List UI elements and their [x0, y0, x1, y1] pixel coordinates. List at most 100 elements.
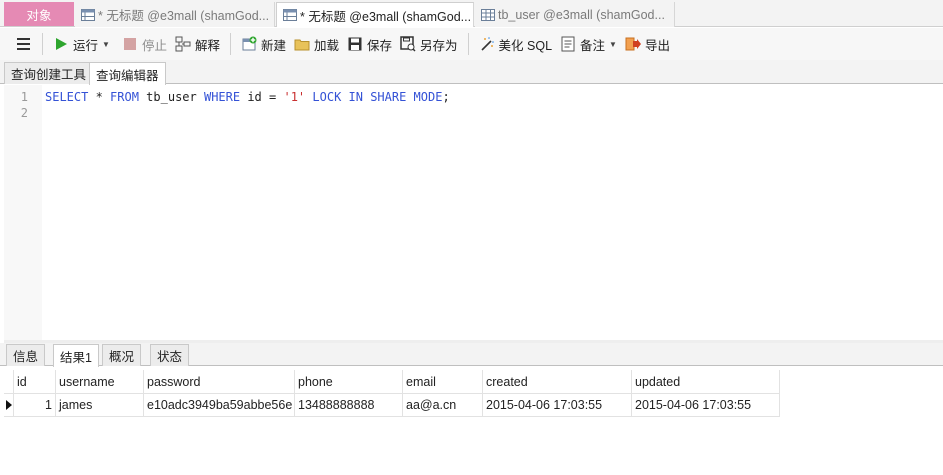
query-icon: [81, 8, 95, 21]
document-tab-strip: 对象 * 无标题 @e3mall (shamGod... * 无标题 @e3ma…: [0, 0, 943, 27]
sql-text: tb_user: [138, 90, 204, 104]
column-header-id[interactable]: id: [14, 370, 56, 394]
tab-info[interactable]: 信息: [6, 344, 46, 366]
sql-text: ;: [442, 90, 450, 104]
sql-code[interactable]: SELECT * FROM tb_user WHERE id = '1' LOC…: [45, 89, 450, 105]
table-row[interactable]: 1 james e10adc3949ba59abbe56e 1348888888…: [4, 393, 780, 417]
toolbar-separator: [229, 33, 231, 55]
cell-email[interactable]: aa@a.cn: [403, 393, 483, 417]
table-icon: [481, 8, 495, 21]
note-icon: [560, 36, 576, 52]
tab-objects[interactable]: 对象: [4, 2, 74, 26]
tab-query-builder-label: 查询创建工具: [11, 68, 87, 82]
tab-query-editor-label: 查询编辑器: [96, 68, 159, 83]
cell-username[interactable]: james: [56, 393, 144, 417]
cell-phone[interactable]: 13488888888: [295, 393, 403, 417]
cell-created[interactable]: 2015-04-06 17:03:55: [483, 393, 632, 417]
sql-text: *: [88, 90, 111, 104]
current-row-indicator: [4, 393, 14, 417]
query-icon: [283, 9, 297, 21]
tab-untitled-query-2[interactable]: * 无标题 @e3mall (shamGod...: [276, 2, 474, 27]
editor-line[interactable]: 2: [4, 105, 939, 121]
tab-query-builder[interactable]: 查询创建工具: [4, 62, 94, 84]
tab-label: * 无标题 @e3mall (shamGod...: [98, 9, 270, 23]
tab-untitled-query-1[interactable]: * 无标题 @e3mall (shamGod...: [75, 2, 275, 27]
column-header-created[interactable]: created: [483, 370, 632, 394]
save-label: 保存: [367, 38, 393, 53]
row-pointer-icon: [5, 399, 12, 410]
new-button[interactable]: 新建: [237, 31, 290, 57]
load-button[interactable]: 加载: [290, 31, 343, 57]
tab-result-1-label: 结果1: [60, 350, 92, 365]
stop-label: 停止: [141, 38, 167, 53]
folder-icon: [294, 36, 310, 52]
sql-string: '1': [283, 90, 306, 104]
sql-editor[interactable]: 1 SELECT * FROM tb_user WHERE id = '1' L…: [4, 85, 943, 340]
tab-profile[interactable]: 概况: [102, 344, 142, 366]
row-marker-header: [4, 370, 14, 394]
tab-profile-label: 概况: [109, 350, 135, 364]
magic-wand-icon: [479, 36, 495, 52]
beautify-sql-button[interactable]: 美化 SQL: [475, 31, 557, 57]
line-number: 1: [20, 90, 28, 104]
run-dropdown-icon[interactable]: ▼: [102, 40, 110, 49]
load-label: 加载: [313, 38, 339, 53]
tab-result-1[interactable]: 结果1: [53, 344, 99, 367]
tab-tb-user[interactable]: tb_user @e3mall (shamGod...: [475, 2, 675, 27]
new-label: 新建: [260, 38, 286, 53]
run-label: 运行: [73, 38, 99, 53]
sql-text: id =: [240, 90, 284, 104]
note-button[interactable]: 备注 ▼: [556, 31, 621, 57]
line-number-gutter: [4, 85, 42, 340]
stop-button[interactable]: 停止: [118, 31, 171, 57]
column-header-password[interactable]: password: [144, 370, 295, 394]
run-button[interactable]: 运行 ▼: [49, 31, 114, 57]
tab-info-label: 信息: [13, 350, 39, 364]
explain-icon: [175, 36, 191, 52]
sql-keyword: SELECT: [45, 90, 89, 104]
note-dropdown-icon[interactable]: ▼: [609, 40, 617, 49]
result-grid[interactable]: id username password phone email created…: [4, 368, 943, 475]
column-header-username[interactable]: username: [56, 370, 144, 394]
sql-keyword: LOCK IN SHARE MODE: [312, 90, 443, 104]
toolbar-separator: [467, 33, 469, 55]
grid-header-row: id username password phone email created…: [4, 370, 780, 394]
line-number: 2: [20, 106, 28, 120]
save-icon: [347, 36, 363, 52]
sql-keyword: WHERE: [203, 90, 241, 104]
save-button[interactable]: 保存: [343, 31, 396, 57]
explain-button[interactable]: 解释: [171, 31, 224, 57]
sql-keyword: FROM: [110, 90, 139, 104]
cell-id[interactable]: 1: [14, 393, 56, 417]
stop-icon: [122, 36, 138, 52]
save-as-button[interactable]: 另存为: [396, 31, 462, 57]
hamburger-icon: [17, 38, 30, 50]
note-label: 备注: [580, 38, 606, 53]
export-icon: [625, 36, 641, 52]
column-header-updated[interactable]: updated: [632, 370, 780, 394]
tab-status-label: 状态: [157, 350, 183, 364]
menu-button[interactable]: [12, 31, 36, 57]
toolbar-separator: [42, 33, 43, 55]
editor-line[interactable]: 1 SELECT * FROM tb_user WHERE id = '1' L…: [4, 89, 939, 105]
result-tabs: 信息 结果1 概况 状态: [0, 343, 943, 367]
explain-label: 解释: [194, 38, 220, 53]
export-label: 导出: [644, 38, 670, 53]
tab-label: * 无标题 @e3mall (shamGod...: [300, 9, 472, 24]
tab-label: tb_user @e3mall (shamGod...: [498, 7, 665, 22]
save-as-icon: [400, 36, 416, 52]
column-header-email[interactable]: email: [403, 370, 483, 394]
new-query-icon: [241, 36, 257, 52]
tab-status[interactable]: 状态: [150, 344, 190, 366]
tab-query-editor[interactable]: 查询编辑器: [89, 62, 166, 85]
editor-mode-tabs: 查询创建工具 查询编辑器: [0, 60, 943, 85]
query-toolbar: 运行 ▼ 停止 解释 新建 加载 保存 另存为 美化 SQL 备注 ▼ 导出: [0, 28, 943, 60]
beautify-sql-label: 美化 SQL: [498, 38, 553, 53]
cell-password[interactable]: e10adc3949ba59abbe56e: [144, 393, 295, 417]
play-icon: [53, 36, 69, 52]
tab-objects-label: 对象: [26, 8, 52, 23]
column-header-phone[interactable]: phone: [295, 370, 403, 394]
export-button[interactable]: 导出: [621, 31, 674, 57]
save-as-label: 另存为: [420, 38, 458, 53]
cell-updated[interactable]: 2015-04-06 17:03:55: [632, 393, 780, 417]
